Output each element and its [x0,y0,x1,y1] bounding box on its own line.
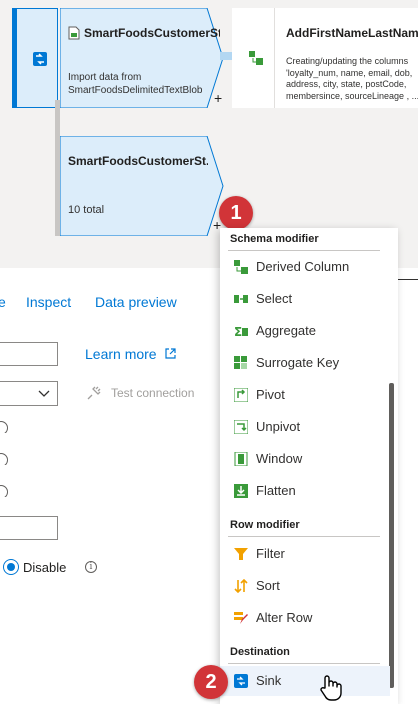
section-schema-modifier: Schema modifier [230,233,319,245]
callout-badge-1: 1 [219,196,253,230]
menu-item-label: Window [256,451,303,466]
menu-item-sink[interactable]: Sink [220,666,390,696]
source-node-desc-1: Import data from [68,72,142,83]
section-separator [228,663,380,664]
second-node-title: SmartFoodsCustomerSt... [68,154,208,168]
panel-edge-line [398,279,418,280]
section-separator [228,250,380,251]
callout-badge-2: 2 [194,665,228,699]
derived-node-desc: Creating/updating the columns 'loyalty_n… [286,56,418,101]
radio-option-3[interactable] [0,485,10,497]
filter-icon [234,548,248,560]
menu-item-alter-row[interactable]: Alter Row [220,603,390,633]
csv-file-icon [68,26,80,40]
menu-item-window[interactable]: Window [220,444,390,474]
test-connection-label: Test connection [111,386,195,400]
derived-node-title: AddFirstNameLastName [286,26,418,40]
plug-icon [87,386,101,400]
section-separator [228,536,380,537]
menu-item-flatten[interactable]: Flatten [220,476,390,506]
menu-item-label: Surrogate Key [256,355,340,370]
alter-row-icon [234,612,248,624]
aggregate-icon: Σ [234,325,248,338]
section-row-modifier: Row modifier [230,519,300,531]
menu-item-sort[interactable]: Sort [220,571,390,601]
svg-text:Σ: Σ [234,325,242,338]
menu-item-aggregate[interactable]: Σ Aggregate [220,316,390,346]
linked-service-dropdown[interactable] [0,381,58,406]
menu-item-label: Alter Row [256,610,313,625]
unpivot-icon [234,420,248,434]
menu-item-label: Sink [256,673,282,688]
tab-partial[interactable]: e [0,294,6,310]
derived-column-node[interactable]: AddFirstNameLastName Creating/updating t… [232,8,418,108]
flatten-icon [234,484,248,498]
menu-item-derived-column[interactable]: Derived Column [220,252,390,282]
menu-item-label: Select [256,291,293,306]
source-node-title: SmartFoodsCustomerSt... [84,26,220,40]
menu-item-surrogate-key[interactable]: Surrogate Key [220,348,390,378]
second-node-count: 10 total [68,204,105,216]
test-connection-button[interactable]: Test connection [86,384,216,404]
menu-item-label: Sort [256,578,280,593]
source-tile[interactable] [12,8,58,108]
derived-column-icon [234,260,248,274]
section-destination: Destination [230,646,290,658]
hand-cursor-icon [320,675,342,701]
transform-menu: Schema modifier Derived Column Select Σ … [220,228,398,704]
tab-inspect[interactable]: Inspect [26,294,71,310]
chevron-down-icon [38,390,50,397]
text-input[interactable] [0,516,58,540]
learn-more-label: Learn more [85,346,157,362]
menu-item-pivot[interactable]: Pivot [220,380,390,410]
radio-option-1[interactable] [0,421,10,433]
disable-label: Disable [23,560,67,575]
sort-icon [234,579,248,593]
menu-item-label: Pivot [256,387,285,402]
menu-item-label: Unpivot [256,419,301,434]
add-transform-plus[interactable]: + [214,90,222,106]
derived-column-icon [249,51,263,65]
menu-item-label: Flatten [256,483,296,498]
surrogate-key-icon [234,356,247,369]
menu-item-filter[interactable]: Filter [220,539,390,569]
menu-item-label: Aggregate [256,323,316,338]
tab-data-preview[interactable]: Data preview [95,294,177,310]
node-divider [274,8,275,108]
name-input[interactable] [0,342,58,366]
select-icon [234,295,248,303]
menu-item-label: Filter [256,546,285,561]
second-source-node[interactable]: SmartFoodsCustomerSt... 10 total [60,136,224,236]
dataflow-icon [33,52,47,66]
menu-item-label: Derived Column [256,259,350,274]
sink-icon [234,674,248,688]
source-node[interactable]: SmartFoodsCustomerSt... Import data from… [60,8,224,108]
external-link-icon [165,348,177,359]
disable-radio[interactable] [3,559,19,575]
window-icon [234,452,248,466]
learn-more-link[interactable]: Learn more [85,346,177,362]
menu-item-select[interactable]: Select [220,284,390,314]
menu-item-unpivot[interactable]: Unpivot [220,412,390,442]
radio-option-2[interactable] [0,453,10,465]
source-node-desc-2: SmartFoodsDelimitedTextBlob [68,85,203,96]
info-icon[interactable]: i [85,561,97,573]
pivot-icon [234,388,248,402]
